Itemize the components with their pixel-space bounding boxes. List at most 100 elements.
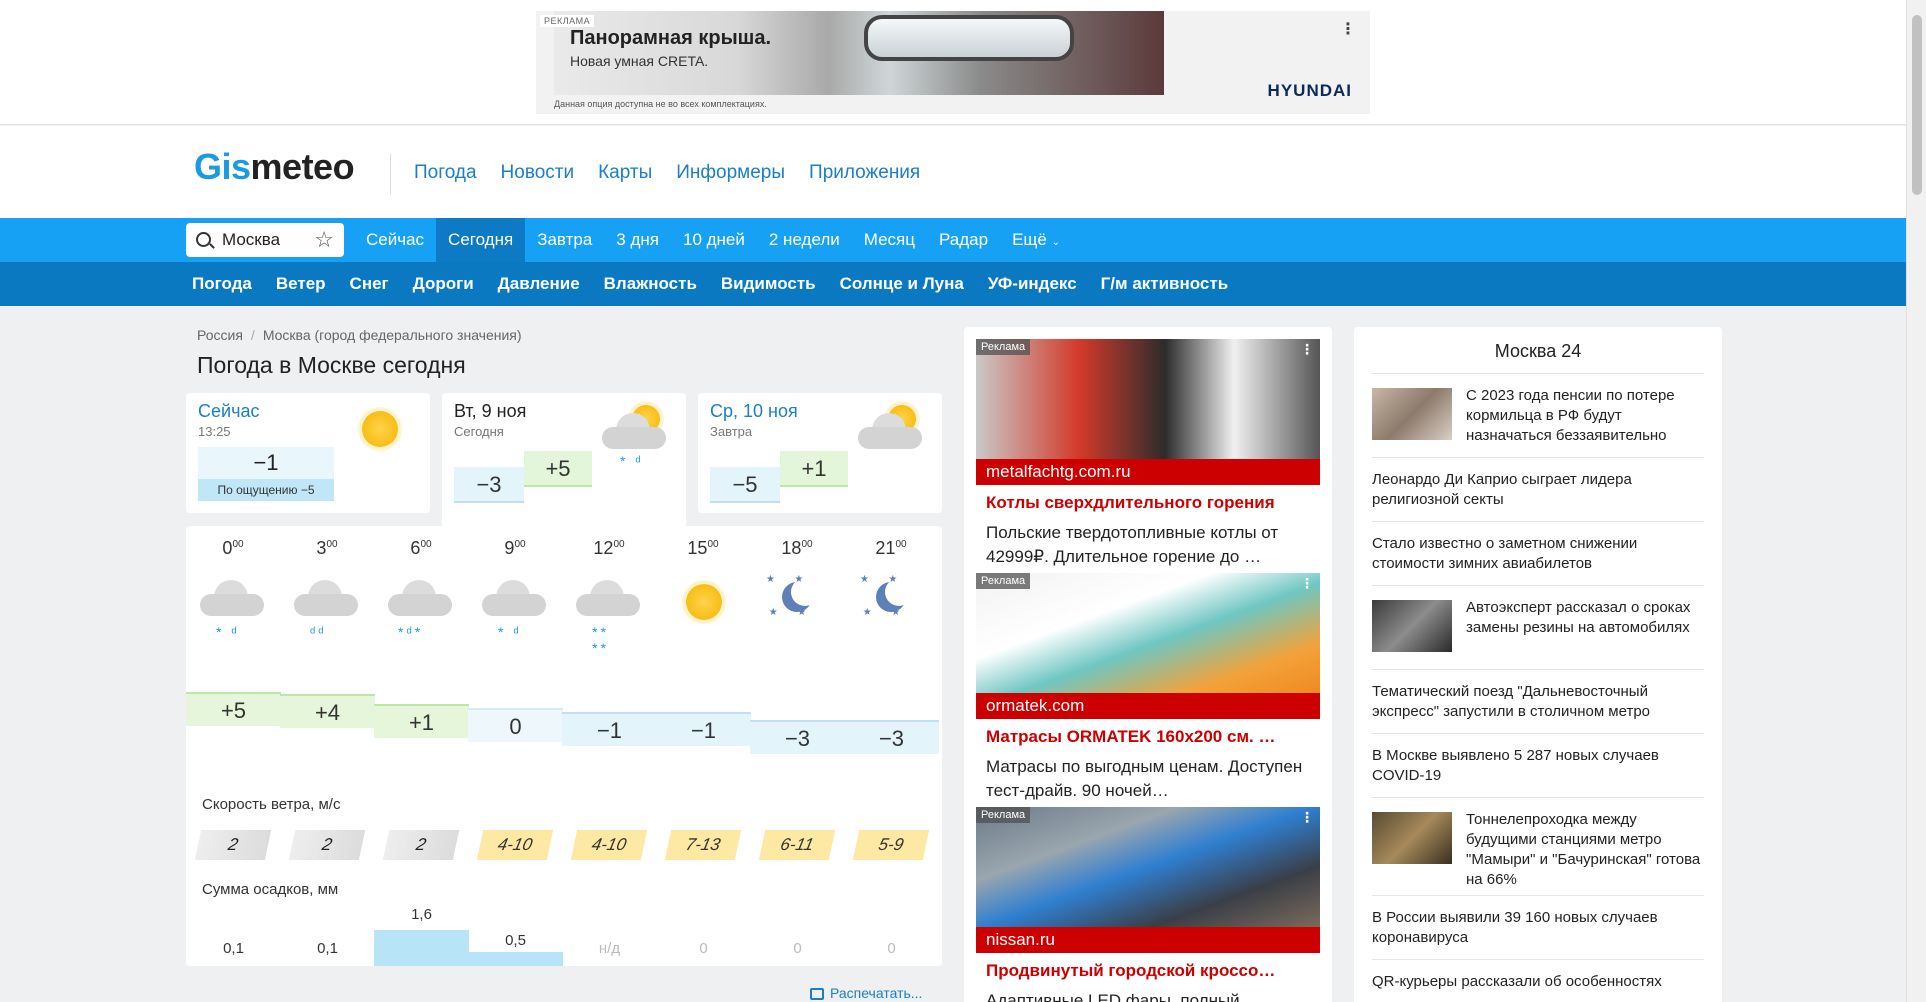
tab-today[interactable]: Сегодня <box>436 218 526 262</box>
hour-column: 300 ᵈᵈ +4 2 0,1 <box>280 526 375 966</box>
nav-news[interactable]: Новости <box>501 162 575 184</box>
temperature-value: −1 <box>656 712 751 746</box>
breadcrumb-moscow[interactable]: Москва (город федерального значения) <box>263 327 522 343</box>
scrollbar[interactable] <box>1906 0 1926 1002</box>
precip-bar <box>468 952 563 966</box>
nav-apps[interactable]: Приложения <box>809 162 920 184</box>
tab-visibility[interactable]: Видимость <box>709 262 828 306</box>
cloud-icon <box>294 580 358 616</box>
ad-text: Польские твердотопливные котлы от 42999₽… <box>986 523 1279 566</box>
wind-value: 6-11 <box>758 830 836 860</box>
tab-pressure[interactable]: Давление <box>486 262 592 306</box>
scrollbar-thumb[interactable] <box>1912 15 1922 195</box>
hour-label: 1800 <box>781 538 813 558</box>
ad-column: Реклама ⋮ metalfachtg.com.ru Котлы сверх… <box>964 327 1332 1002</box>
tab-more[interactable]: Ещё ⌄ <box>1000 218 1072 262</box>
chevron-down-icon: ⌄ <box>1051 237 1060 248</box>
search-input[interactable] <box>222 229 302 251</box>
tab-wind[interactable]: Ветер <box>264 262 338 306</box>
top-ad-banner[interactable]: РЕКЛАМА Панорамная крыша. Новая умная CR… <box>536 11 1370 114</box>
tab-tomorrow[interactable]: Завтра <box>525 218 604 262</box>
news-headline: С 2023 года пенсии по потере кормильца в… <box>1466 387 1675 444</box>
tab-month[interactable]: Месяц <box>852 218 927 262</box>
breadcrumb-russia[interactable]: Россия <box>197 327 243 343</box>
sun-icon <box>686 584 722 620</box>
precip-value: 0 <box>699 940 708 957</box>
tab-humidity[interactable]: Влажность <box>592 262 709 306</box>
temperature-value: −3 <box>750 720 845 754</box>
temperature-value: +5 <box>186 692 281 726</box>
tab-weather[interactable]: Погода <box>180 262 264 306</box>
news-item[interactable]: В России выявили 39 160 новых случаев ко… <box>1372 895 1704 959</box>
ad-subtitle: Новая умная CRETA. <box>570 53 709 69</box>
news-item[interactable]: Тематический поезд "Дальневосточный эксп… <box>1372 669 1704 733</box>
news-headline: Стало известно о заметном снижении стоим… <box>1372 535 1638 572</box>
page-title: Погода в Москве сегодня <box>197 352 466 378</box>
tab-geomagnetic[interactable]: Г/м активность <box>1089 262 1241 306</box>
news-headline: Автоэксперт рассказал о сроках замены ре… <box>1466 599 1691 636</box>
cloud-icon <box>388 580 452 616</box>
tab-3-days[interactable]: 3 дня <box>604 218 671 262</box>
feels-like: По ощущению −5 <box>198 479 334 501</box>
sun-icon <box>362 411 398 447</box>
now-card[interactable]: Сейчас 13:25 −1 По ощущению −5 <box>186 393 430 513</box>
ad-text: Матрасы по выгодным ценам. Доступен тест… <box>986 757 1303 800</box>
hour-label: 300 <box>316 538 338 558</box>
ad-roof-image <box>864 15 1074 61</box>
hour-column: 900 * ᵈ 0 4-10 0,5 <box>468 526 563 966</box>
today-card[interactable]: Вт, 9 ноя Сегодня * ᵈ −3 +5 <box>442 393 686 533</box>
ad-domain: ormatek.com <box>976 693 1320 719</box>
nav-informers[interactable]: Информеры <box>676 162 785 184</box>
news-item[interactable]: QR-курьеры рассказали об особенностях <box>1372 959 1704 1002</box>
ad-menu-icon[interactable]: ⋮ <box>1300 575 1314 592</box>
tab-uv-index[interactable]: УФ-индекс <box>976 262 1089 306</box>
precip-value: 0 <box>793 940 802 957</box>
tab-2-weeks[interactable]: 2 недели <box>757 218 852 262</box>
logo-divider <box>390 154 391 194</box>
ad-footnote: Данная опция доступна не во всех комплек… <box>554 99 767 109</box>
parameter-tabs-bar: Погода Ветер Снег Дороги Давление Влажно… <box>0 262 1906 306</box>
search-icon[interactable] <box>196 232 211 247</box>
nav-maps[interactable]: Карты <box>598 162 652 184</box>
ad-menu-icon[interactable]: ⋮ <box>1300 809 1314 826</box>
tab-now[interactable]: Сейчас <box>354 218 436 262</box>
news-item[interactable]: Леонардо Ди Каприо сыграет лидера религи… <box>1372 457 1704 521</box>
logo[interactable]: Gismeteo <box>194 146 355 188</box>
ad-title: Котлы сверхдлительного горения <box>986 493 1275 512</box>
tomorrow-card[interactable]: Ср, 10 ноя Завтра −5 +1 <box>698 393 942 513</box>
tab-roads[interactable]: Дороги <box>401 262 486 306</box>
tomorrow-max-temp: +1 <box>780 451 848 487</box>
tab-radar[interactable]: Радар <box>927 218 1000 262</box>
tab-10-days[interactable]: 10 дней <box>671 218 757 262</box>
hour-label: 1500 <box>687 538 719 558</box>
news-source-title[interactable]: Москва 24 <box>1354 341 1722 362</box>
ad-title: Матрасы ORMATEK 160x200 см. … <box>986 727 1276 746</box>
nav-weather[interactable]: Погода <box>414 162 477 184</box>
hour-label: 000 <box>222 538 244 558</box>
ad-image-car <box>976 807 1320 927</box>
ad-tag: РЕКЛАМА <box>540 15 595 27</box>
news-item[interactable]: Автоэксперт рассказал о сроках замены ре… <box>1372 585 1704 669</box>
ad-title: Панорамная крыша. <box>570 27 772 49</box>
tab-more-label: Ещё <box>1012 230 1047 249</box>
wind-value: 4-10 <box>476 830 554 860</box>
news-item[interactable]: В Москве выявлено 5 287 новых случаев CO… <box>1372 733 1704 797</box>
tab-sun-moon[interactable]: Солнце и Луна <box>828 262 976 306</box>
hour-column: 1500 −1 7-13 0 <box>656 526 751 966</box>
today-min-temp: −3 <box>454 467 524 503</box>
news-item[interactable]: С 2023 года пенсии по потере кормильца в… <box>1372 373 1704 457</box>
news-item[interactable]: Тоннелепроходка между будущими станциями… <box>1372 797 1704 895</box>
ad-menu-icon[interactable]: ⋮ <box>1340 19 1356 39</box>
news-item[interactable]: Стало известно о заметном снижении стоим… <box>1372 521 1704 585</box>
tab-snow[interactable]: Снег <box>338 262 401 306</box>
ad-brand-logo: HYUNDAI <box>1267 81 1352 100</box>
hour-label: 1200 <box>593 538 625 558</box>
ad-domain: nissan.ru <box>976 927 1320 953</box>
print-link[interactable]: Распечатать... <box>810 985 922 1001</box>
star-icon[interactable]: ☆ <box>314 227 334 253</box>
hourly-forecast: 000 * ᵈ +5 2 0,1 300 ᵈᵈ +4 2 0,1 600 *ᵈ*… <box>186 526 942 966</box>
precip-value: 1,6 <box>411 906 432 923</box>
precip-value: н/д <box>598 940 621 957</box>
ad-menu-icon[interactable]: ⋮ <box>1300 341 1314 358</box>
hour-label: 600 <box>410 538 432 558</box>
